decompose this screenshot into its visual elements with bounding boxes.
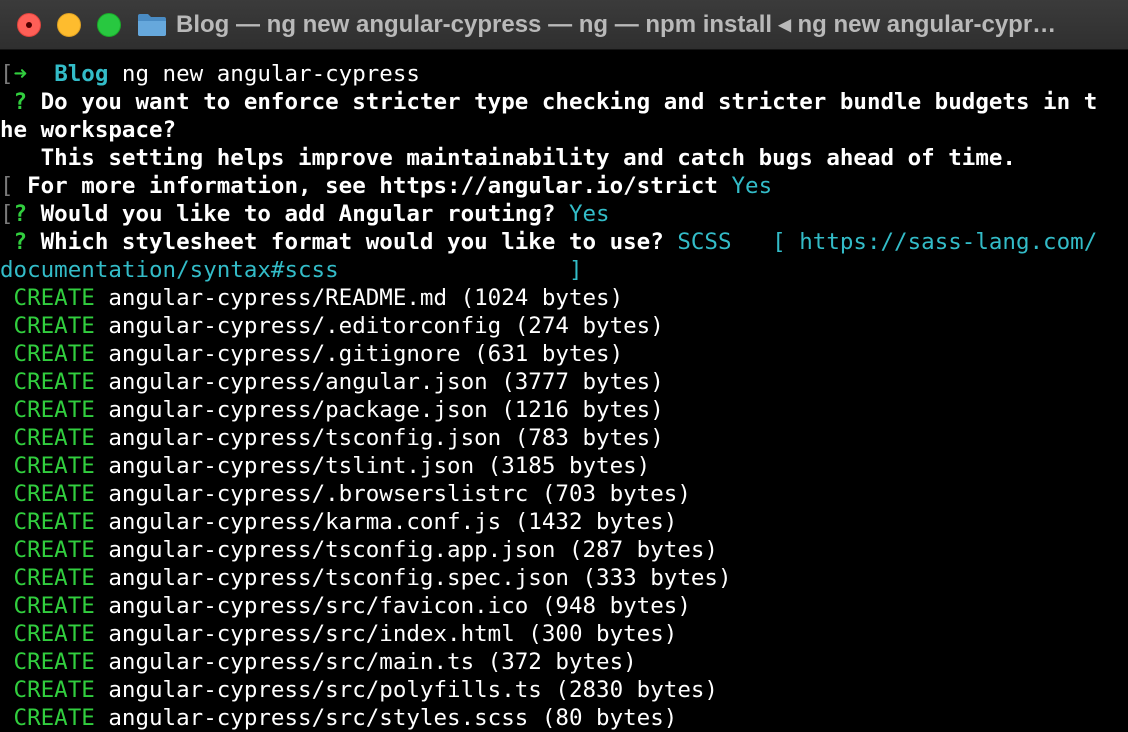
created-file: angular-cypress/README.md (1024 bytes) [108,285,624,311]
prompt-directory: Blog [54,61,109,87]
prompt-question-line: he workspace? [0,116,1128,144]
question-mark: ? [13,229,41,255]
created-file: angular-cypress/tsconfig.app.json (287 b… [108,537,718,563]
question-text: he workspace? [0,117,177,143]
create-label: CREATE [13,621,95,647]
created-file: angular-cypress/.browserslistrc (703 byt… [108,481,691,507]
question-text: Do you want to enforce stricter type che… [40,89,1098,115]
create-label: CREATE [13,649,95,675]
create-label: CREATE [13,313,95,339]
create-label: CREATE [13,677,95,703]
line-margin-bracket: [ [0,201,14,227]
create-log-line: CREATE angular-cypress/angular.json (377… [0,368,1128,396]
create-log-line: CREATE angular-cypress/src/polyfills.ts … [0,676,1128,704]
answer-text: SCSS [ https://sass-lang.com/ [677,229,1098,255]
prompt-arrow-icon: ➜ [13,61,28,87]
create-label: CREATE [13,397,95,423]
created-file: angular-cypress/package.json (1216 bytes… [108,397,664,423]
create-label: CREATE [13,425,95,451]
prompt-question-line: ? Which stylesheet format would you like… [0,228,1128,256]
maximize-icon[interactable] [97,13,121,37]
created-file: angular-cypress/.gitignore (631 bytes) [108,341,624,367]
window-title: Blog — ng new angular-cypress — ng — npm… [176,11,1057,38]
question-mark [14,145,41,171]
create-log-line: CREATE angular-cypress/tsconfig.json (78… [0,424,1128,452]
create-label: CREATE [13,369,95,395]
folder-icon [138,14,166,36]
created-file: angular-cypress/.editorconfig (274 bytes… [108,313,664,339]
created-file: angular-cypress/src/favicon.ico (948 byt… [108,593,691,619]
question-mark: ? [13,201,41,227]
prompt-question-line: This setting helps improve maintainabili… [0,144,1128,172]
question-mark [14,173,28,199]
question-text: This setting helps improve maintainabili… [40,145,1016,171]
prompt-question-line: documentation/syntax#scss ] [0,256,1128,284]
prompt-question-line: [ For more information, see https://angu… [0,172,1128,200]
answer-text: Yes [731,173,773,199]
question-text: Which stylesheet format would you like t… [40,229,664,255]
create-label: CREATE [13,537,95,563]
line-margin-bracket: [ [0,173,14,199]
prompt-question-line: ? Do you want to enforce stricter type c… [0,88,1128,116]
minimize-icon[interactable] [57,13,81,37]
prompt-command: ng new angular-cypress [121,61,420,87]
question-text: For more information, see https://angula… [27,173,718,199]
create-log-line: CREATE angular-cypress/src/main.ts (372 … [0,648,1128,676]
create-log-line: CREATE angular-cypress/src/styles.scss (… [0,704,1128,732]
terminal-output[interactable]: [➜ Blog ng new angular-cypress ? Do you … [0,60,1128,732]
created-file: angular-cypress/angular.json (3777 bytes… [108,369,664,395]
created-file: angular-cypress/src/polyfills.ts (2830 b… [108,677,718,703]
create-label: CREATE [13,453,95,479]
terminal-window: Blog — ng new angular-cypress — ng — npm… [0,0,1128,732]
created-file: angular-cypress/tsconfig.json (783 bytes… [108,425,664,451]
prompt-line: [➜ Blog ng new angular-cypress [0,60,1128,88]
create-label: CREATE [13,509,95,535]
question-text: Would you like to add Angular routing? [40,201,556,227]
created-file: angular-cypress/src/main.ts (372 bytes) [108,649,637,675]
create-log-line: CREATE angular-cypress/tslint.json (3185… [0,452,1128,480]
created-file: angular-cypress/src/index.html (300 byte… [108,621,678,647]
create-log-line: CREATE angular-cypress/tsconfig.spec.jso… [0,564,1128,592]
answer-text: documentation/syntax#scss ] [0,257,583,283]
answer-text: Yes [568,201,610,227]
create-label: CREATE [13,705,95,731]
create-log-line: CREATE angular-cypress/README.md (1024 b… [0,284,1128,312]
create-log-line: CREATE angular-cypress/package.json (121… [0,396,1128,424]
create-log-line: CREATE angular-cypress/src/index.html (3… [0,620,1128,648]
created-file: angular-cypress/tsconfig.spec.json (333 … [108,565,732,591]
create-label: CREATE [13,565,95,591]
create-label: CREATE [13,481,95,507]
create-log-line: CREATE angular-cypress/src/favicon.ico (… [0,592,1128,620]
create-label: CREATE [13,285,95,311]
create-log-line: CREATE angular-cypress/.browserslistrc (… [0,480,1128,508]
created-file: angular-cypress/src/styles.scss (80 byte… [108,705,678,731]
close-icon[interactable] [17,13,41,37]
create-label: CREATE [13,593,95,619]
create-log-line: CREATE angular-cypress/karma.conf.js (14… [0,508,1128,536]
create-log-line: CREATE angular-cypress/tsconfig.app.json… [0,536,1128,564]
create-log-line: CREATE angular-cypress/.editorconfig (27… [0,312,1128,340]
prompt-bracket: [ [0,61,14,87]
create-log-line: CREATE angular-cypress/.gitignore (631 b… [0,340,1128,368]
question-mark: ? [13,89,41,115]
created-file: angular-cypress/karma.conf.js (1432 byte… [108,509,678,535]
created-file: angular-cypress/tslint.json (3185 bytes) [108,453,651,479]
create-label: CREATE [13,341,95,367]
prompt-question-line: [? Would you like to add Angular routing… [0,200,1128,228]
title-bar[interactable]: Blog — ng new angular-cypress — ng — npm… [0,0,1128,50]
